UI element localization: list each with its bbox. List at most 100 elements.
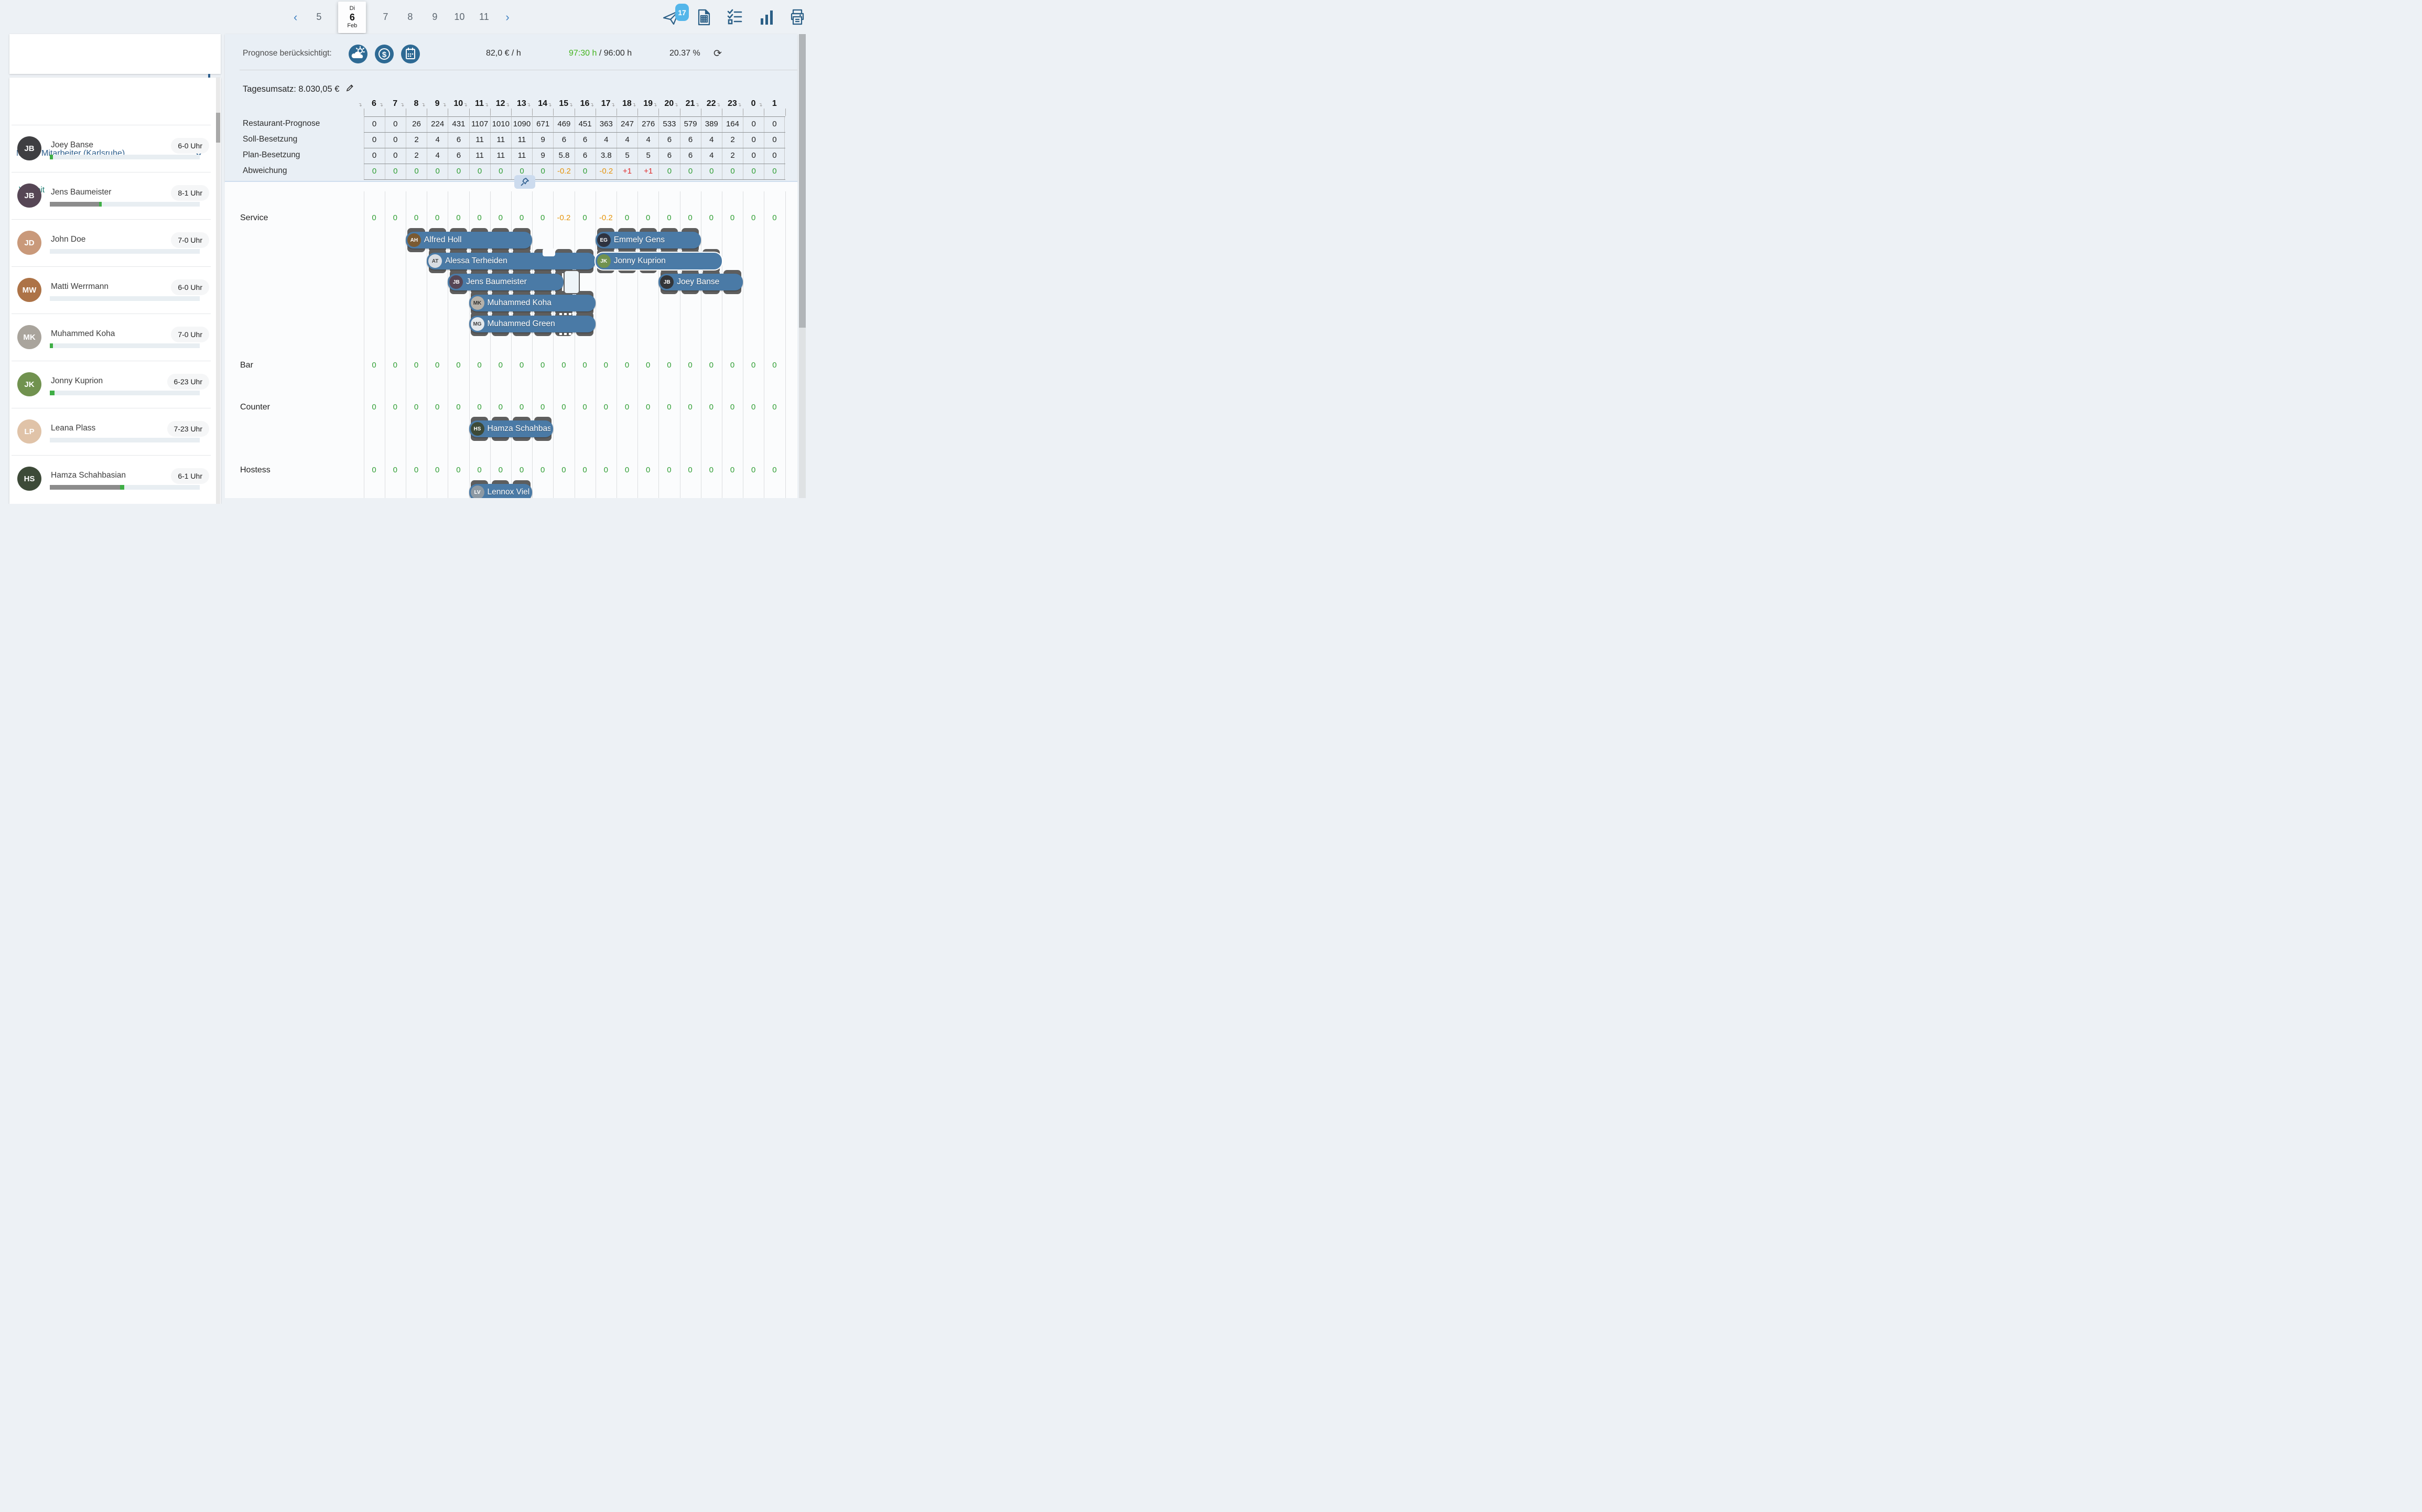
- next-day-chevron-icon[interactable]: ›: [503, 12, 511, 23]
- deviation-cell: 0: [511, 403, 532, 412]
- checklist-icon[interactable]: [726, 8, 744, 27]
- hour-jump-arrow-icon[interactable]: ↴: [674, 102, 678, 108]
- hour-jump-arrow-icon[interactable]: ↴: [569, 102, 573, 108]
- shift-time-badge: 7-0 Uhr: [171, 232, 209, 248]
- day-button[interactable]: 8: [405, 12, 415, 23]
- shift-bar[interactable]: HSHamza Schahbas: [469, 420, 554, 437]
- employee-row[interactable]: JBJens Baumeister8-1 Uhr: [9, 172, 217, 219]
- printer-icon[interactable]: [788, 8, 807, 27]
- table-cell: 0: [764, 132, 785, 148]
- sidebar-scrollbar-thumb[interactable]: [216, 113, 220, 143]
- hour-jump-arrow-icon[interactable]: ↴: [632, 102, 636, 108]
- pinned-divider: [225, 181, 797, 182]
- calendar-icon[interactable]: [401, 45, 420, 63]
- deviation-cell: 0: [637, 361, 658, 370]
- shift-bar[interactable]: AHAlfred Holl: [406, 232, 532, 249]
- money-icon[interactable]: $: [375, 45, 394, 63]
- pin-button[interactable]: [514, 175, 535, 189]
- bar-chart-icon[interactable]: [758, 8, 776, 27]
- shift-bar[interactable]: MKMuhammed Koha: [469, 295, 596, 311]
- main-scrollbar[interactable]: [799, 34, 806, 498]
- employee-row[interactable]: JBJoey Banse6-0 Uhr: [9, 125, 217, 172]
- spreadsheet-export-icon[interactable]: [694, 8, 713, 27]
- deviation-cell: 0: [743, 213, 764, 222]
- refresh-icon[interactable]: ⟳: [713, 48, 722, 60]
- hour-jump-arrow-icon[interactable]: ↴: [484, 102, 489, 108]
- shift-employee-name: Hamza Schahbas: [488, 420, 551, 437]
- shift-bar[interactable]: JBJoey Banse: [658, 274, 743, 290]
- shift-bar[interactable]: MGMuhammed Green: [469, 316, 596, 332]
- deviation-cell: 0: [364, 403, 385, 412]
- deviation-cell: 0: [701, 213, 722, 222]
- hour-jump-arrow-icon[interactable]: ↴: [526, 102, 531, 108]
- table-cell: 0: [722, 164, 743, 179]
- hour-jump-arrow-icon[interactable]: ↴: [737, 102, 741, 108]
- deviation-cell: 0: [575, 361, 596, 370]
- hour-jump-arrow-icon[interactable]: ↴: [442, 102, 446, 108]
- daily-revenue-label: Tagesumsatz:: [243, 84, 296, 94]
- hour-jump-arrow-icon[interactable]: ↴: [590, 102, 594, 108]
- table-cell: 0: [406, 164, 427, 179]
- table-cell: 0: [364, 132, 385, 148]
- deviation-cell: 0: [427, 403, 448, 412]
- prev-day-chevron-icon[interactable]: ‹: [291, 12, 299, 23]
- deviation-cell: 0: [617, 466, 637, 474]
- avatar: AT: [428, 254, 442, 268]
- date-navigation: ‹ 5 Di 6 Feb 7 8 9 10 11 ›: [291, 0, 512, 34]
- hour-jump-arrow-icon[interactable]: ↴: [358, 102, 362, 108]
- hour-tick: [785, 109, 786, 116]
- hour-jump-arrow-icon[interactable]: ↴: [758, 102, 762, 108]
- employee-row[interactable]: HSHamza Schahbasian6-1 Uhr: [9, 456, 217, 502]
- employee-name: Muhammed Koha: [51, 329, 115, 339]
- deviation-cell: 0: [575, 466, 596, 474]
- employee-row[interactable]: LPLeana Plass7-23 Uhr: [9, 408, 217, 455]
- shift-bar[interactable]: JBJens Baumeister: [448, 274, 564, 290]
- avatar: LP: [17, 419, 41, 444]
- day-button[interactable]: 11: [479, 12, 489, 23]
- progress-worked: [50, 485, 120, 490]
- hour-jump-arrow-icon[interactable]: ↴: [400, 102, 404, 108]
- table-cell: +1: [637, 164, 658, 179]
- hour-jump-arrow-icon[interactable]: ↴: [463, 102, 468, 108]
- hour-tick: [532, 109, 533, 116]
- selected-weekday: Di: [350, 5, 355, 12]
- employee-row[interactable]: MWMatti Werrmann6-0 Uhr: [9, 267, 217, 314]
- shift-bar[interactable]: LVLennox Viell: [469, 484, 533, 498]
- employee-row[interactable]: JKJonny Kuprion6-23 Uhr: [9, 361, 217, 408]
- hour-jump-arrow-icon[interactable]: ↴: [716, 102, 720, 108]
- selected-day-number: 6: [350, 12, 355, 23]
- table-cell: 26: [406, 116, 427, 132]
- avatar: JB: [17, 183, 41, 208]
- hour-jump-arrow-icon[interactable]: ↴: [695, 102, 699, 108]
- employee-row[interactable]: JDJohn Doe7-0 Uhr: [9, 220, 217, 266]
- shift-empty-segment[interactable]: [564, 270, 579, 294]
- hour-jump-arrow-icon[interactable]: ↴: [653, 102, 657, 108]
- shift-bar[interactable]: JKJonny Kuprion: [596, 253, 722, 269]
- deviation-cell: 0: [680, 466, 701, 474]
- notification-badge: 17: [675, 4, 689, 21]
- deviation-cell: 0: [406, 213, 427, 222]
- table-cell: 11: [490, 148, 511, 164]
- hour-tick: [637, 109, 638, 116]
- sidebar-scrollbar[interactable]: [216, 78, 220, 504]
- edit-pencil-icon[interactable]: [346, 84, 354, 94]
- hour-jump-arrow-icon[interactable]: ↴: [611, 102, 615, 108]
- hour-jump-arrow-icon[interactable]: ↴: [547, 102, 552, 108]
- table-cell: 389: [701, 116, 722, 132]
- hour-jump-arrow-icon[interactable]: ↴: [505, 102, 510, 108]
- selected-day-card[interactable]: Di 6 Feb: [338, 2, 366, 33]
- hour-jump-arrow-icon[interactable]: ↴: [421, 102, 425, 108]
- employee-row[interactable]: MKMuhammed Koha7-0 Uhr: [9, 314, 217, 361]
- shift-bar[interactable]: ATAlessa Terheiden: [427, 253, 596, 269]
- day-button[interactable]: 10: [454, 12, 464, 23]
- day-button[interactable]: 5: [313, 12, 324, 23]
- deviation-cell: 0: [743, 466, 764, 474]
- main-scrollbar-thumb[interactable]: [799, 34, 806, 328]
- day-button[interactable]: 7: [380, 12, 391, 23]
- weather-icon[interactable]: [349, 45, 367, 63]
- table-cell: 2: [406, 132, 427, 148]
- shift-bar[interactable]: EGEmmely Gens: [596, 232, 701, 249]
- day-button[interactable]: 9: [429, 12, 440, 23]
- hour-jump-arrow-icon[interactable]: ↴: [379, 102, 383, 108]
- deviation-cell: 0: [637, 403, 658, 412]
